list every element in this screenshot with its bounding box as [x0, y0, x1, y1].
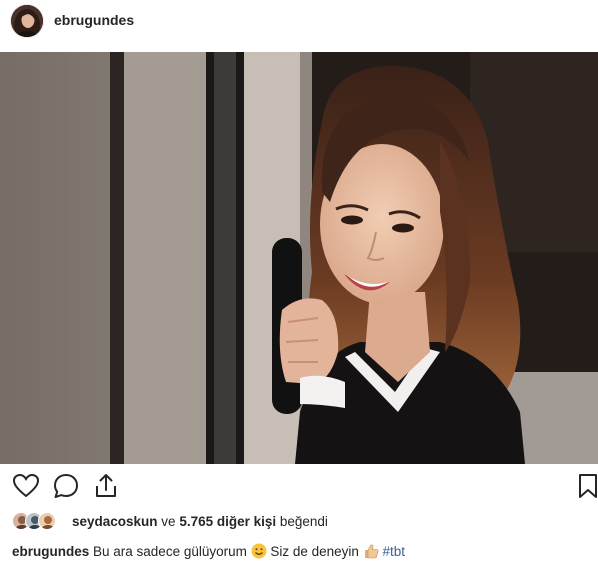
- first-liker[interactable]: seydacoskun: [72, 514, 158, 529]
- likes-row: seydacoskun ve 5.765 diğer kişi beğendi: [12, 510, 592, 534]
- caption-text-2: Siz de deneyin: [266, 544, 363, 559]
- avatar-image: [11, 5, 43, 37]
- liker-avatar[interactable]: [38, 512, 56, 530]
- likes-count[interactable]: 5.765 diğer kişi: [179, 514, 276, 529]
- likes-suffix: beğendi: [276, 514, 328, 529]
- post-username[interactable]: ebrugundes: [54, 12, 134, 28]
- caption-text-1: Bu ara sadece gülüyorum: [89, 544, 251, 559]
- heart-icon[interactable]: [12, 472, 40, 500]
- portrait-photo: [0, 52, 598, 464]
- action-bar: [0, 472, 598, 508]
- bookmark-icon[interactable]: [576, 472, 598, 500]
- caption-username[interactable]: ebrugundes: [12, 544, 89, 559]
- comment-icon[interactable]: [52, 472, 80, 500]
- hashtag-link[interactable]: #tbt: [382, 544, 405, 559]
- smile-emoji: [251, 543, 267, 562]
- post-header: ebrugundes: [0, 0, 598, 52]
- caption: ebrugundes Bu ara sadece gülüyorum Siz d…: [12, 543, 405, 562]
- thumbs-up-emoji: [363, 543, 379, 562]
- avatar[interactable]: [11, 5, 43, 37]
- likes-connector: ve: [157, 514, 180, 529]
- post-photo[interactable]: [0, 52, 598, 464]
- likes-text: seydacoskun ve 5.765 diğer kişi beğendi: [72, 514, 328, 529]
- share-icon[interactable]: [92, 472, 120, 500]
